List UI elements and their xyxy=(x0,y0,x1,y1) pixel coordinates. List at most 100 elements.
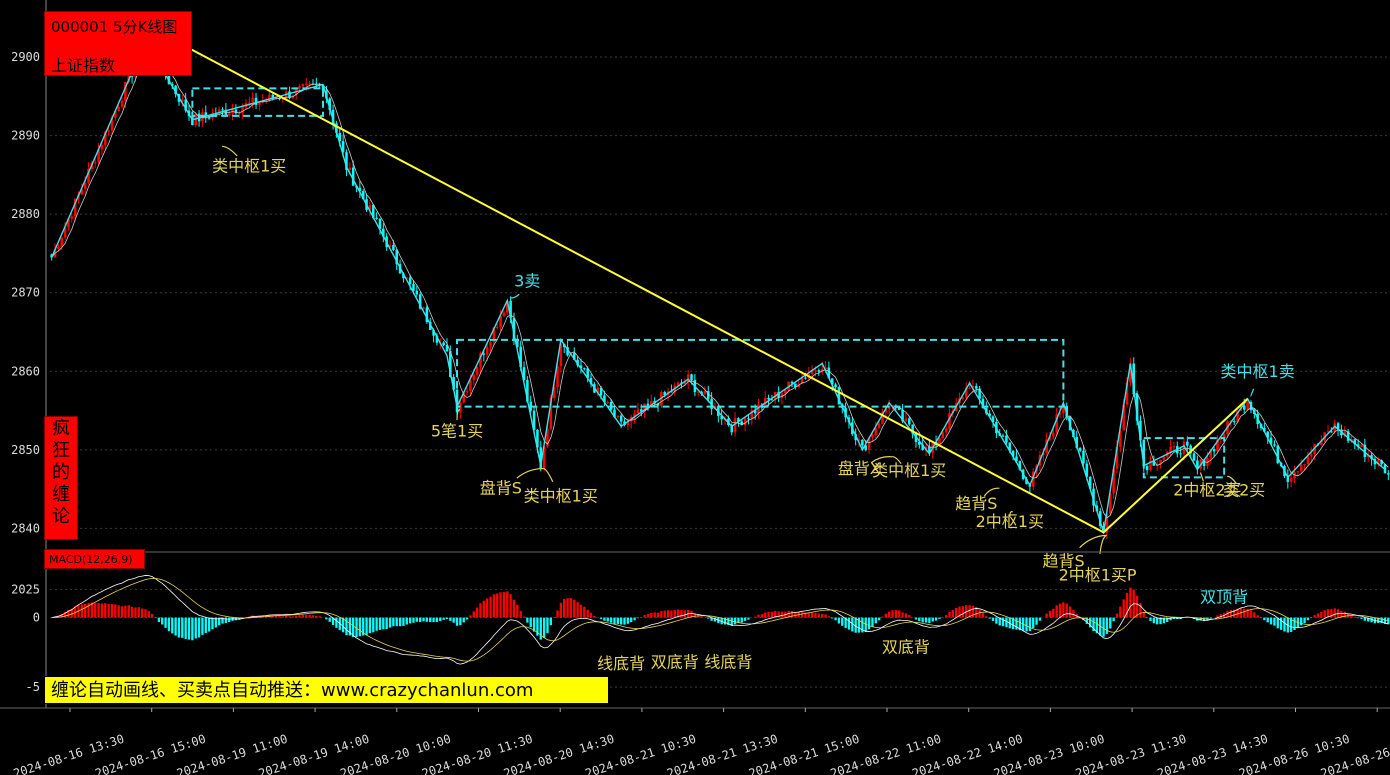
price-tick-label: 2870 xyxy=(11,286,40,300)
candle-body xyxy=(502,312,506,316)
side-banner-char: 狂 xyxy=(52,440,70,461)
candle-body xyxy=(1303,464,1306,466)
candle-body xyxy=(1387,473,1390,475)
candle-body xyxy=(482,353,486,355)
candle-body xyxy=(1243,405,1246,410)
candle-body xyxy=(1289,478,1293,482)
candle-body xyxy=(636,409,640,414)
candle-body xyxy=(442,342,445,346)
side-banner-char: 的 xyxy=(52,462,70,483)
promo-banner: 缠论自动画线、买卖点自动推送：www.crazychanlun.com xyxy=(44,676,609,704)
candle-body xyxy=(120,100,124,108)
candle-body xyxy=(941,432,945,438)
candle-body xyxy=(415,290,419,295)
annotation-label: 类中枢1买 xyxy=(524,487,598,506)
candle-body xyxy=(616,415,620,418)
candle-body xyxy=(248,102,251,104)
candle-body xyxy=(747,418,750,420)
annotation-label: 2中枢1买P xyxy=(1059,565,1137,584)
candle-body xyxy=(583,368,586,370)
side-banner: 疯 狂 的 缠 论 xyxy=(44,416,78,540)
candle-body xyxy=(784,390,787,394)
price-tick-label: 2850 xyxy=(11,443,40,457)
chart-title-box: 000001 5分K线图 上证指数 xyxy=(44,11,192,76)
candle-body xyxy=(227,113,231,116)
candle-body xyxy=(301,84,305,87)
macd-annotation-label: 双底背 xyxy=(882,637,930,656)
annotation-label: 2中枢1买 xyxy=(976,512,1044,531)
candle-body xyxy=(871,434,874,438)
candle-body xyxy=(861,439,864,446)
candle-body xyxy=(1232,421,1236,423)
candle-body xyxy=(804,377,807,379)
candle-body xyxy=(495,326,499,328)
annotation-label: 类中枢1卖 xyxy=(1221,362,1295,381)
candle-body xyxy=(1360,444,1363,447)
candle-body xyxy=(60,237,63,247)
annotation-label: 类中枢1买 xyxy=(872,461,946,480)
candle-body xyxy=(375,217,378,219)
candle-body xyxy=(1296,471,1300,473)
candle-body xyxy=(1310,454,1313,457)
candle-body xyxy=(1169,446,1172,452)
annotation-label: 类2买 xyxy=(1223,480,1265,499)
price-tick-label: 2890 xyxy=(11,129,40,143)
candle-body xyxy=(1273,444,1276,446)
candle-body xyxy=(606,401,610,403)
candle-body xyxy=(817,370,821,372)
candle-body xyxy=(221,109,224,111)
macd-tick-label: 0 xyxy=(33,611,40,625)
candle-body xyxy=(117,107,120,111)
candle-body xyxy=(1179,453,1182,455)
candle-body xyxy=(1162,456,1166,460)
price-tick-label: 2860 xyxy=(11,364,40,378)
candle-body xyxy=(298,86,301,89)
candle-body xyxy=(1145,466,1149,471)
candle-body xyxy=(1299,464,1303,472)
chart-code-title: 000001 5分K线图 xyxy=(51,18,178,36)
candle-body xyxy=(305,83,308,85)
candle-body xyxy=(1001,435,1005,437)
side-banner-char: 缠 xyxy=(52,484,70,505)
candle-body xyxy=(348,167,352,170)
annotation-label: 趋背S xyxy=(955,494,997,513)
candle-body xyxy=(57,246,60,249)
candle-body xyxy=(944,428,948,433)
side-banner-char: 疯 xyxy=(52,418,70,439)
candle-body xyxy=(70,216,74,219)
macd-annotation-label: 双顶背 xyxy=(1200,587,1248,606)
candle-body xyxy=(100,144,104,150)
annotation-label: 3卖 xyxy=(514,272,540,291)
price-tick-label: 2900 xyxy=(11,50,40,64)
annotation-label: 盘背S xyxy=(480,479,522,498)
candle-body xyxy=(308,83,311,85)
candle-body xyxy=(392,245,395,251)
candle-body xyxy=(1246,401,1249,410)
candle-body xyxy=(975,386,978,389)
candle-body xyxy=(908,418,911,425)
candle-body xyxy=(475,366,479,375)
candle-body xyxy=(1306,456,1310,465)
macd-tick-label: 2025 xyxy=(11,582,40,596)
candle-body xyxy=(408,277,412,284)
candle-body xyxy=(743,418,747,426)
index-name: 上证指数 xyxy=(51,56,116,75)
annotation-label: 类中枢1买 xyxy=(212,156,286,175)
macd-annotation-label: 线底背 xyxy=(597,654,645,673)
candle-body xyxy=(1192,453,1196,461)
kline-chart: 类中枢1买3卖5笔1买盘背S 类中枢1买盘背X类中枢1买趋背S2中枢1买趋背S2中… xyxy=(0,0,1390,775)
candle-body xyxy=(877,423,881,429)
macd-tick-label: -5 xyxy=(26,680,40,694)
side-banner-char: 论 xyxy=(52,506,70,527)
candle-body xyxy=(1212,449,1216,452)
candle-body xyxy=(258,102,261,105)
candle-body xyxy=(472,374,476,381)
candle-body xyxy=(1186,441,1189,446)
candle-body xyxy=(834,384,837,388)
annotation-label: 5笔1买 xyxy=(431,422,483,441)
candle-body xyxy=(93,162,97,164)
candle-body xyxy=(968,387,971,389)
candle-body xyxy=(485,347,489,355)
candle-body xyxy=(690,374,693,380)
candle-body xyxy=(814,370,817,372)
